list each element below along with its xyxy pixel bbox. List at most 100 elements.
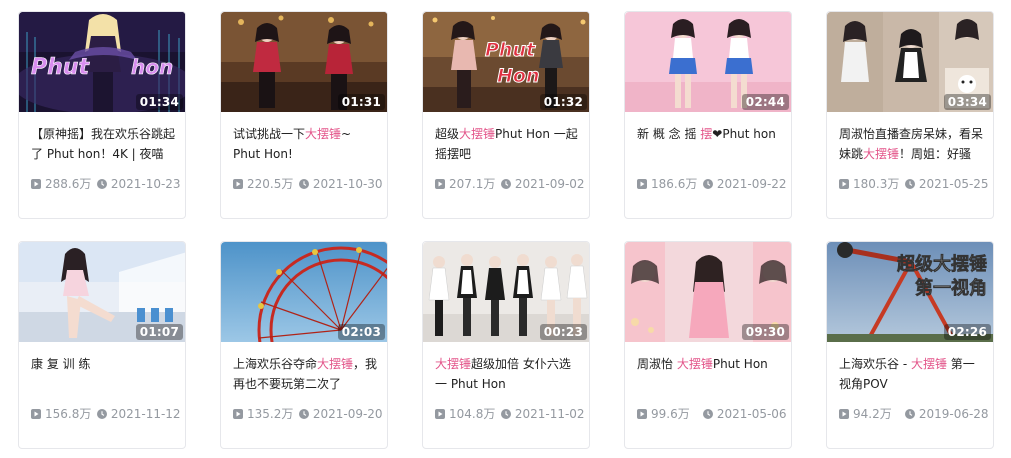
video-thumbnail[interactable]: Phut Hon 01:32 bbox=[423, 12, 589, 112]
title-text: ❤Phut hon bbox=[712, 127, 776, 141]
duration-badge: 00:23 bbox=[539, 324, 587, 340]
title-text: 康 复 训 练 bbox=[31, 357, 91, 371]
thumbnail-text: Phut bbox=[31, 55, 90, 80]
clock-icon bbox=[96, 179, 107, 189]
title-text: 【原神摇】我在欢乐谷跳起了 Phut hon！4K | 夜喵 bbox=[31, 127, 176, 161]
video-meta: 180.3万 2021-05-25 bbox=[839, 175, 989, 191]
publish-date: 2021-05-06 bbox=[716, 407, 787, 421]
publish-date: 2019-06-28 bbox=[918, 407, 989, 421]
clock-icon bbox=[904, 409, 915, 419]
video-thumbnail[interactable]: 09:30 bbox=[625, 242, 791, 342]
title-text: 周淑怡 bbox=[637, 357, 677, 371]
clock-icon bbox=[298, 409, 309, 419]
publish-date: 2021-09-02 bbox=[514, 177, 585, 191]
play-count-icon bbox=[637, 409, 647, 419]
play-count-icon bbox=[31, 409, 41, 419]
video-thumbnail[interactable]: 01:31 bbox=[221, 12, 387, 112]
publish-date: 2021-05-25 bbox=[918, 177, 989, 191]
video-title[interactable]: 新 概 念 摇 摆❤Phut hon bbox=[637, 124, 783, 164]
view-count: 99.6万 bbox=[651, 407, 690, 421]
duration-badge: 01:31 bbox=[337, 94, 385, 110]
title-highlight: 大摆锤 bbox=[863, 147, 900, 161]
video-thumbnail[interactable]: 01:07 bbox=[19, 242, 185, 342]
title-highlight: 大摆锤 bbox=[459, 127, 496, 141]
video-thumbnail[interactable]: 02:44 bbox=[625, 12, 791, 112]
view-count: 156.8万 bbox=[45, 407, 92, 421]
thumbnail-text: Phut bbox=[485, 39, 536, 61]
duration-badge: 01:07 bbox=[135, 324, 183, 340]
video-title[interactable]: 大摆锤超级加倍 女仆六选一 Phut Hon bbox=[435, 354, 581, 394]
view-count: 104.8万 bbox=[449, 407, 496, 421]
view-count: 220.5万 bbox=[247, 177, 294, 191]
view-count: 186.6万 bbox=[651, 177, 698, 191]
video-title[interactable]: 试试挑战一下大摆锤~ Phut Hon! bbox=[233, 124, 379, 164]
play-count-icon bbox=[839, 409, 849, 419]
video-card[interactable]: 00:23 大摆锤超级加倍 女仆六选一 Phut Hon 104.8万 2021… bbox=[422, 241, 590, 449]
duration-badge: 01:32 bbox=[539, 94, 587, 110]
video-title[interactable]: 【原神摇】我在欢乐谷跳起了 Phut hon！4K | 夜喵 bbox=[31, 124, 177, 164]
video-thumbnail[interactable]: 02:03 bbox=[221, 242, 387, 342]
title-highlight: 大摆锤 bbox=[305, 127, 342, 141]
publish-date: 2021-10-30 bbox=[312, 177, 383, 191]
video-card[interactable]: 09:30 周淑怡 大摆锤Phut Hon 99.6万 2021-05-06 bbox=[624, 241, 792, 449]
video-meta: 186.6万 2021-09-22 bbox=[637, 175, 787, 191]
video-card[interactable]: 01:07 康 复 训 练 156.8万 2021-11-12 bbox=[18, 241, 186, 449]
video-thumbnail[interactable]: 03:34 bbox=[827, 12, 993, 112]
video-title[interactable]: 上海欢乐谷夺命大摆锤，我再也不要玩第二次了 bbox=[233, 354, 379, 394]
view-count: 207.1万 bbox=[449, 177, 496, 191]
video-meta: 99.6万 2021-05-06 bbox=[637, 405, 787, 421]
duration-badge: 02:03 bbox=[337, 324, 385, 340]
video-card[interactable]: Phut Hon 01:32 超级大摆锤Phut Hon 一起摇摆吧 207.1… bbox=[422, 11, 590, 219]
video-meta: 288.6万 2021-10-23 bbox=[31, 175, 181, 191]
play-count-icon bbox=[637, 179, 647, 189]
video-title[interactable]: 康 复 训 练 bbox=[31, 354, 177, 394]
thumbnail-text: hon bbox=[131, 55, 173, 79]
clock-icon bbox=[298, 179, 309, 189]
video-title[interactable]: 超级大摆锤Phut Hon 一起摇摆吧 bbox=[435, 124, 581, 164]
title-highlight: 摆 bbox=[700, 127, 713, 141]
video-card[interactable]: 超级大摆锤 第一视角 02:26 上海欢乐谷 - 大摆锤 第一视角POV 94.… bbox=[826, 241, 994, 449]
title-text: 上海欢乐谷夺命 bbox=[233, 357, 318, 371]
thumbnail-text: Hon bbox=[497, 65, 539, 87]
publish-date: 2021-11-02 bbox=[514, 407, 585, 421]
video-card[interactable]: 03:34 周淑怡直播查房呆妹，看呆妹跳大摆锤！周姐：好骚 180.3万 202… bbox=[826, 11, 994, 219]
play-count-icon bbox=[435, 179, 445, 189]
title-highlight: 大摆锤 bbox=[317, 357, 354, 371]
video-meta: 156.8万 2021-11-12 bbox=[31, 405, 181, 421]
view-count: 288.6万 bbox=[45, 177, 92, 191]
clock-icon bbox=[904, 179, 915, 189]
video-meta: 104.8万 2021-11-02 bbox=[435, 405, 585, 421]
title-text: 试试挑战一下 bbox=[233, 127, 306, 141]
clock-icon bbox=[500, 409, 511, 419]
video-card[interactable]: 01:31 试试挑战一下大摆锤~ Phut Hon! 220.5万 2021-1… bbox=[220, 11, 388, 219]
play-count-icon bbox=[233, 409, 243, 419]
play-count-icon bbox=[31, 179, 41, 189]
play-count-icon bbox=[435, 409, 445, 419]
video-card[interactable]: 02:03 上海欢乐谷夺命大摆锤，我再也不要玩第二次了 135.2万 2021-… bbox=[220, 241, 388, 449]
video-card[interactable]: Phut hon 01:34 【原神摇】我在欢乐谷跳起了 Phut hon！4K… bbox=[18, 11, 186, 219]
title-highlight: 大摆锤 bbox=[435, 357, 472, 371]
view-count: 180.3万 bbox=[853, 177, 900, 191]
duration-badge: 02:44 bbox=[741, 94, 789, 110]
clock-icon bbox=[702, 409, 713, 419]
video-thumbnail[interactable]: 00:23 bbox=[423, 242, 589, 342]
video-title[interactable]: 周淑怡直播查房呆妹，看呆妹跳大摆锤！周姐：好骚 bbox=[839, 124, 985, 164]
video-thumbnail[interactable]: 超级大摆锤 第一视角 02:26 bbox=[827, 242, 993, 342]
video-title[interactable]: 上海欢乐谷 - 大摆锤 第一视角POV bbox=[839, 354, 985, 394]
play-count-icon bbox=[839, 179, 849, 189]
video-meta: 135.2万 2021-09-20 bbox=[233, 405, 383, 421]
video-card[interactable]: 02:44 新 概 念 摇 摆❤Phut hon 186.6万 2021-09-… bbox=[624, 11, 792, 219]
title-text: 新 概 念 摇 bbox=[637, 127, 701, 141]
clock-icon bbox=[96, 409, 107, 419]
video-thumbnail[interactable]: Phut hon 01:34 bbox=[19, 12, 185, 112]
video-meta: 220.5万 2021-10-30 bbox=[233, 175, 383, 191]
title-text: Phut Hon bbox=[712, 357, 768, 371]
video-meta: 207.1万 2021-09-02 bbox=[435, 175, 585, 191]
video-title[interactable]: 周淑怡 大摆锤Phut Hon bbox=[637, 354, 783, 394]
duration-badge: 09:30 bbox=[741, 324, 789, 340]
thumbnail-text: 超级大摆锤 bbox=[897, 253, 987, 275]
publish-date: 2021-09-20 bbox=[312, 407, 383, 421]
play-count-icon bbox=[233, 179, 243, 189]
publish-date: 2021-10-23 bbox=[110, 177, 181, 191]
view-count: 94.2万 bbox=[853, 407, 892, 421]
